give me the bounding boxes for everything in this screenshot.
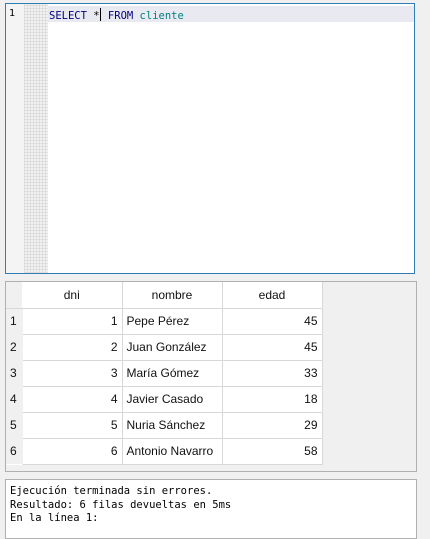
- message-line: Ejecución terminada sin errores.: [10, 485, 213, 497]
- cell-nombre[interactable]: Nuria Sánchez: [122, 412, 223, 439]
- column-header-edad[interactable]: edad: [222, 282, 323, 309]
- table-row: 2 2 Juan González 45: [6, 334, 323, 361]
- row-header[interactable]: 3: [6, 360, 23, 386]
- results-table: dni nombre edad 1 1 Pepe Pérez 45 2 2 Ju…: [6, 282, 323, 465]
- cell-nombre[interactable]: Antonio Navarro: [122, 438, 223, 465]
- results-grid[interactable]: dni nombre edad 1 1 Pepe Pérez 45 2 2 Ju…: [5, 281, 417, 472]
- message-line: Resultado: 6 filas devueltas en 5ms: [10, 498, 232, 511]
- table-row: 4 4 Javier Casado 18: [6, 386, 323, 413]
- text-caret: [99, 8, 101, 21]
- cell-edad[interactable]: 29: [222, 412, 323, 439]
- editor-gutter: 1: [6, 4, 48, 273]
- column-header-dni[interactable]: dni: [22, 282, 123, 309]
- cell-edad[interactable]: 33: [222, 360, 323, 387]
- row-header[interactable]: 2: [6, 334, 23, 360]
- row-header[interactable]: 5: [6, 412, 23, 438]
- table-row: 1 1 Pepe Pérez 45: [6, 308, 323, 335]
- cell-nombre[interactable]: Pepe Pérez: [122, 308, 223, 335]
- window-edge: [420, 0, 430, 528]
- cell-nombre[interactable]: Juan González: [122, 334, 223, 361]
- message-panel[interactable]: Ejecución terminada sin errores. Resulta…: [5, 479, 417, 539]
- cell-edad[interactable]: 45: [222, 334, 323, 361]
- cell-edad[interactable]: 18: [222, 386, 323, 413]
- cell-edad[interactable]: 58: [222, 438, 323, 465]
- cell-dni[interactable]: 4: [22, 386, 123, 413]
- sql-editor[interactable]: 1 SELECT * FROM cliente: [5, 3, 415, 274]
- table-name-token: cliente: [139, 10, 184, 22]
- cell-dni[interactable]: 6: [22, 438, 123, 465]
- keyword-select: SELECT: [49, 10, 87, 22]
- keyword-from: FROM: [107, 10, 134, 22]
- row-header[interactable]: 4: [6, 386, 23, 412]
- cell-dni[interactable]: 3: [22, 360, 123, 387]
- fold-margin: [24, 4, 48, 273]
- corner-cell[interactable]: [6, 282, 22, 309]
- cell-dni[interactable]: 5: [22, 412, 123, 439]
- row-header[interactable]: 1: [6, 308, 23, 334]
- cell-nombre[interactable]: María Gómez: [122, 360, 223, 387]
- row-header[interactable]: 6: [6, 438, 23, 464]
- header-row: dni nombre edad: [6, 282, 323, 309]
- table-row: 6 6 Antonio Navarro 58: [6, 438, 323, 465]
- message-line: En la línea 1:: [10, 512, 99, 524]
- column-header-nombre[interactable]: nombre: [122, 282, 223, 309]
- table-row: 5 5 Nuria Sánchez 29: [6, 412, 323, 439]
- line-number: 1: [9, 8, 16, 19]
- cell-edad[interactable]: 45: [222, 308, 323, 335]
- cell-dni[interactable]: 1: [22, 308, 123, 335]
- table-row: 3 3 María Gómez 33: [6, 360, 323, 387]
- cell-nombre[interactable]: Javier Casado: [122, 386, 223, 413]
- code-line[interactable]: SELECT * FROM cliente: [49, 8, 184, 22]
- cell-dni[interactable]: 2: [22, 334, 123, 361]
